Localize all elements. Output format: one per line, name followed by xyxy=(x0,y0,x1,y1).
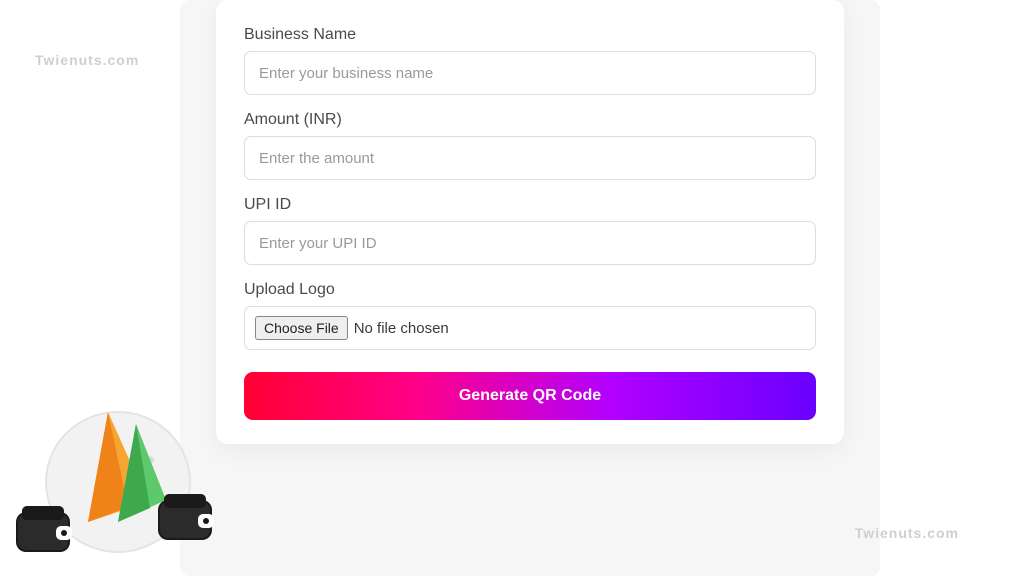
generate-qr-button[interactable]: Generate QR Code xyxy=(244,372,816,420)
upi-id-input[interactable] xyxy=(244,221,816,265)
file-input-wrapper[interactable]: Choose File No file chosen xyxy=(244,306,816,350)
watermark-top: Twienuts.com xyxy=(35,52,139,68)
upi-id-label: UPI ID xyxy=(244,196,816,214)
business-name-label: Business Name xyxy=(244,26,816,44)
decorative-wallet-illustration xyxy=(8,382,228,562)
file-status-text: No file chosen xyxy=(354,320,449,337)
watermark-bottom: Twienuts.com xyxy=(855,525,959,541)
qr-generator-form: Business Name Amount (INR) UPI ID Upload… xyxy=(216,0,844,444)
amount-group: Amount (INR) xyxy=(244,111,816,180)
upload-logo-group: Upload Logo Choose File No file chosen xyxy=(244,281,816,350)
upload-logo-label: Upload Logo xyxy=(244,281,816,299)
amount-label: Amount (INR) xyxy=(244,111,816,129)
business-name-group: Business Name xyxy=(244,26,816,95)
upi-id-group: UPI ID xyxy=(244,196,816,265)
choose-file-button[interactable]: Choose File xyxy=(255,316,348,340)
amount-input[interactable] xyxy=(244,136,816,180)
business-name-input[interactable] xyxy=(244,51,816,95)
